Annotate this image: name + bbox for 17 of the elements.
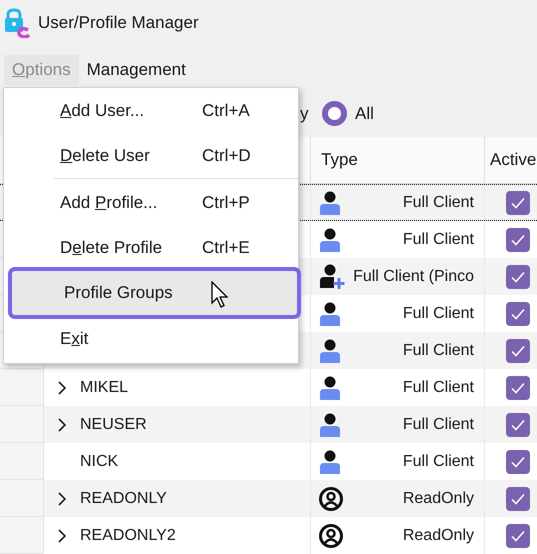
user-name: MIKEL <box>80 378 128 398</box>
user-name: NEUSER <box>80 414 147 434</box>
user-type: Full Client <box>402 378 474 398</box>
user-type: Full Client <box>402 304 474 324</box>
user-type: Full Client (Pinco <box>352 266 474 286</box>
user-type: Full Client <box>402 452 474 472</box>
user-name: NICK <box>80 452 118 472</box>
user-type: Full Client <box>402 192 474 212</box>
filter-label: y <box>300 102 310 125</box>
user-type: Full Client <box>402 230 474 250</box>
window-title: User/Profile Manager <box>38 12 199 34</box>
user-name: READONLY <box>80 488 167 508</box>
user-name: READONLY2 <box>80 526 176 546</box>
user-type: Full Client <box>402 414 474 434</box>
user-type: ReadOnly <box>402 488 474 508</box>
user-type: Full Client <box>402 340 474 360</box>
user-type: ReadOnly <box>402 526 474 546</box>
